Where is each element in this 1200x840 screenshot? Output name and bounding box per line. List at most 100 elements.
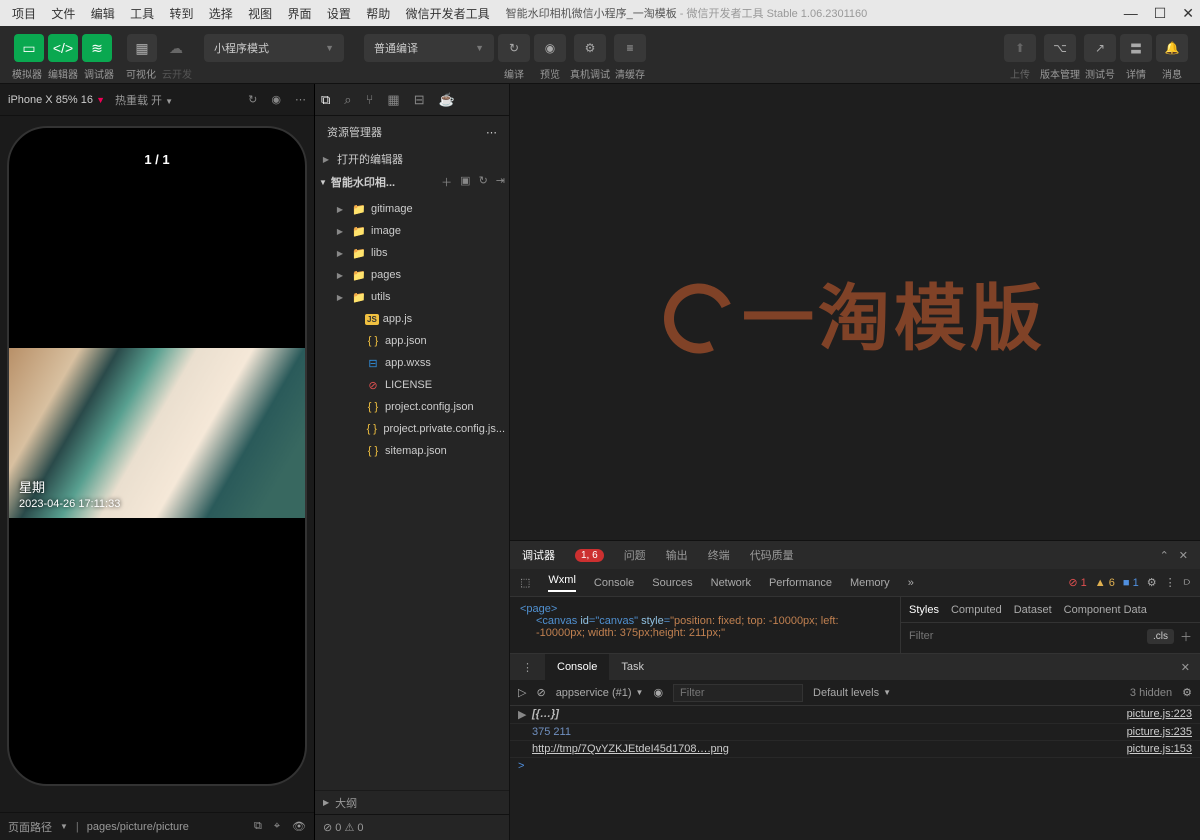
menu-devtools[interactable]: 微信开发者工具 bbox=[400, 3, 496, 25]
more-icon[interactable]: ⋯ bbox=[486, 126, 497, 139]
cls-toggle[interactable]: .cls bbox=[1147, 629, 1174, 644]
levels-select[interactable]: Default levels ▼ bbox=[813, 687, 891, 699]
menu-help[interactable]: 帮助 bbox=[360, 3, 396, 25]
message-button[interactable]: 🔔 bbox=[1156, 34, 1188, 62]
tree-item[interactable]: ⊘LICENSE bbox=[315, 374, 509, 396]
menu-project[interactable]: 项目 bbox=[6, 3, 42, 25]
chevron-up-icon[interactable]: ⌃ bbox=[1160, 549, 1169, 562]
refresh-icon[interactable]: ↻ bbox=[479, 174, 488, 190]
info-count[interactable]: ■ 1 bbox=[1123, 577, 1139, 589]
tree-item[interactable]: ▶📁pages bbox=[315, 264, 509, 286]
more-icon[interactable]: ⋯ bbox=[295, 93, 306, 106]
tab-terminal[interactable]: 终端 bbox=[708, 547, 730, 563]
menu-ui[interactable]: 界面 bbox=[282, 3, 318, 25]
tab-issues[interactable]: 问题 bbox=[624, 547, 646, 563]
eye-icon[interactable]: ◉ bbox=[653, 686, 663, 699]
project-root[interactable]: ▼ 智能水印相... ＋ ▣ ↻ ⇥ bbox=[315, 170, 509, 194]
wxml-source[interactable]: <page> <canvas id="canvas" style="positi… bbox=[510, 597, 900, 653]
console-filter-input[interactable] bbox=[673, 684, 803, 702]
menu-view[interactable]: 视图 bbox=[242, 3, 278, 25]
tree-item[interactable]: { }project.private.config.js... bbox=[315, 418, 509, 440]
outline-section[interactable]: ▶大纲 bbox=[315, 790, 509, 814]
tab-quality[interactable]: 代码质量 bbox=[750, 547, 794, 563]
drawer-kebab-icon[interactable]: ⋮ bbox=[510, 654, 545, 680]
menu-edit[interactable]: 编辑 bbox=[85, 3, 121, 25]
more-tabs-icon[interactable]: » bbox=[908, 577, 914, 589]
bowl-icon[interactable]: ☕ bbox=[439, 92, 455, 108]
close-icon[interactable]: ✕ bbox=[1182, 5, 1194, 22]
target-icon[interactable]: ⌖ bbox=[274, 820, 280, 833]
status-errors[interactable]: ⊘ 0 ⚠ 0 bbox=[315, 814, 509, 840]
hotreload-toggle[interactable]: 热重载 开 ▼ bbox=[115, 92, 173, 108]
menu-file[interactable]: 文件 bbox=[45, 3, 81, 25]
tab-memory[interactable]: Memory bbox=[850, 577, 890, 589]
cloud-button[interactable]: ☁ bbox=[161, 34, 191, 62]
record-icon[interactable]: ◉ bbox=[271, 93, 281, 106]
gear-icon[interactable]: ⚙ bbox=[1182, 686, 1192, 699]
menu-settings[interactable]: 设置 bbox=[321, 3, 357, 25]
close-drawer-icon[interactable]: ✕ bbox=[1171, 654, 1200, 680]
tab-wxml[interactable]: Wxml bbox=[548, 574, 576, 592]
maximize-icon[interactable]: ☐ bbox=[1154, 5, 1167, 22]
git-icon[interactable]: ⑂ bbox=[366, 92, 374, 107]
eye-icon[interactable]: 👁 bbox=[292, 820, 306, 833]
open-editors-section[interactable]: ▶打开的编辑器 bbox=[315, 148, 509, 170]
close-icon[interactable]: ✕ bbox=[1179, 549, 1188, 562]
gear-icon[interactable]: ⚙ bbox=[1147, 576, 1157, 589]
mode-select[interactable]: 小程序模式▼ bbox=[204, 34, 344, 62]
upload-button[interactable]: ⬆ bbox=[1004, 34, 1036, 62]
visual-button[interactable]: ▦ bbox=[127, 34, 157, 62]
tree-item[interactable]: { }project.config.json bbox=[315, 396, 509, 418]
tab-network[interactable]: Network bbox=[711, 577, 751, 589]
tree-item[interactable]: ▶📁libs bbox=[315, 242, 509, 264]
inspect-icon[interactable]: ⬚ bbox=[520, 576, 530, 589]
search-icon[interactable]: ⌕ bbox=[344, 92, 351, 108]
tab-debugger[interactable]: 调试器 bbox=[522, 547, 555, 563]
tree-item[interactable]: JSapp.js bbox=[315, 308, 509, 330]
kebab-icon[interactable]: ⋮ bbox=[1165, 576, 1176, 589]
collapse-icon[interactable]: ⇥ bbox=[496, 174, 505, 190]
tab-dataset[interactable]: Dataset bbox=[1014, 604, 1052, 616]
console-line[interactable]: http://tmp/7QvYZKJEtdeI45d1708….pngpictu… bbox=[510, 741, 1200, 758]
preview-button[interactable]: ◉ bbox=[534, 34, 566, 62]
phone-frame[interactable]: 1 / 1 星期 2023-04-26 17:11:33 bbox=[7, 126, 307, 786]
menu-tools[interactable]: 工具 bbox=[124, 3, 160, 25]
realdebug-button[interactable]: ⚙ bbox=[574, 34, 606, 62]
tab-compdata[interactable]: Component Data bbox=[1064, 604, 1147, 616]
ext-icon[interactable]: ▦ bbox=[387, 92, 399, 108]
tree-item[interactable]: { }app.json bbox=[315, 330, 509, 352]
tab-sources[interactable]: Sources bbox=[652, 577, 692, 589]
version-button[interactable]: ⌥ bbox=[1044, 34, 1076, 62]
play-icon[interactable]: ▷ bbox=[518, 686, 526, 699]
tree-item[interactable]: ▶📁utils bbox=[315, 286, 509, 308]
tab-performance[interactable]: Performance bbox=[769, 577, 832, 589]
tab-task[interactable]: Task bbox=[609, 654, 656, 680]
tab-console[interactable]: Console bbox=[594, 577, 634, 589]
pagepath-value[interactable]: pages/picture/picture bbox=[87, 821, 189, 833]
console-prompt[interactable]: > bbox=[510, 758, 1200, 774]
error-count[interactable]: ⊘ 1 bbox=[1068, 576, 1086, 589]
menu-goto[interactable]: 转到 bbox=[163, 3, 199, 25]
simulator-button[interactable]: ▭ bbox=[14, 34, 44, 62]
files-icon[interactable]: ⧉ bbox=[321, 92, 330, 108]
test-button[interactable]: ↗ bbox=[1084, 34, 1116, 62]
warn-count[interactable]: ▲ 6 bbox=[1095, 577, 1115, 589]
console-line[interactable]: 375 211picture.js:235 bbox=[510, 724, 1200, 741]
detail-button[interactable]: 〓 bbox=[1120, 34, 1152, 62]
tree-item[interactable]: ▶📁gitimage bbox=[315, 198, 509, 220]
copy-icon[interactable]: ⧉ bbox=[254, 820, 262, 833]
menu-select[interactable]: 选择 bbox=[203, 3, 239, 25]
tab-computed[interactable]: Computed bbox=[951, 604, 1002, 616]
compile-select[interactable]: 普通编译▼ bbox=[364, 34, 494, 62]
add-style-icon[interactable]: ＋ bbox=[1180, 628, 1192, 645]
db-icon[interactable]: ⊟ bbox=[414, 92, 425, 108]
tree-item[interactable]: { }sitemap.json bbox=[315, 440, 509, 462]
editor-button[interactable]: </> bbox=[48, 34, 78, 62]
styles-filter-input[interactable] bbox=[909, 630, 1141, 642]
console-line[interactable]: ▶[{…}]picture.js:223 bbox=[510, 706, 1200, 724]
dock-icon[interactable]: ⫐ bbox=[1184, 576, 1190, 589]
clearcache-button[interactable]: ≡ bbox=[614, 34, 646, 62]
device-select[interactable]: iPhone X 85% 16 ▼ bbox=[8, 94, 105, 106]
refresh-icon[interactable]: ↻ bbox=[248, 93, 257, 106]
newfile-icon[interactable]: ＋ bbox=[441, 174, 452, 190]
